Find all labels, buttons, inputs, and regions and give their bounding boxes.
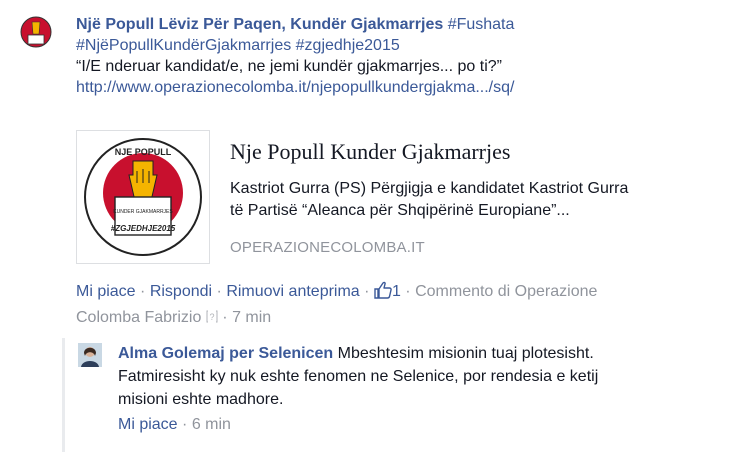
like-button[interactable]: Mi piace [76,283,136,300]
commenter-avatar[interactable] [20,16,52,48]
svg-text:?: ? [209,312,214,322]
preview-domain: OPERAZIONECOLOMBA.IT [230,239,425,256]
reply-button[interactable]: Rispondi [150,283,212,300]
reply-timestamp[interactable]: 6 min [192,416,231,433]
info-icon[interactable]: ? [206,307,218,330]
separator-dot: · [140,283,146,300]
separator-dot: · [182,416,188,433]
reply-like-button[interactable]: Mi piace [118,416,178,433]
reply-thread-border [62,338,65,452]
comment-actions: Mi piace · Rispondi · Rimuovi anteprima … [76,280,726,330]
hashtag-fushata[interactable]: #Fushata [448,16,515,33]
commented-by-text: Commento di Operazione [415,283,598,300]
preview-title[interactable]: Nje Popull Kunder Gjakmarrjes [230,139,510,165]
reply-author-link[interactable]: Alma Golemaj per Selenicen [118,345,333,362]
preview-thumbnail[interactable]: NJE POPULL KUNDER GJAKMARRJES #ZGJEDHJE2… [76,130,210,264]
reply-body: Alma Golemaj per Selenicen Mbeshtesim mi… [118,342,678,411]
comment-body: Një Popull Lëviz Për Paqen, Kundër Gjakm… [76,14,726,98]
reply-text-line2: Fatmiresisht ky nuk eshte fenomen ne Sel… [118,368,599,385]
campaign-logo-image: NJE POPULL KUNDER GJAKMARRJES #ZGJEDHJE2… [84,138,202,256]
separator-dot: · [364,283,370,300]
separator-dot: · [216,283,222,300]
separator-dot: · [222,309,228,326]
comment-quote: “I/E nderuar kandidat/e, ne jemi kundër … [76,58,502,75]
reply-text-line1: Mbeshtesim misionin tuaj plotesisht. [337,345,594,362]
preview-desc-line2: të Partisë “Aleanca për Shqipërinë Europ… [230,202,570,219]
comment-url-link[interactable]: http://www.operazionecolomba.it/njepopul… [76,79,514,96]
commented-by-text-line2: Colomba Fabrizio [76,309,202,326]
reply-actions: Mi piace · 6 min [118,416,231,434]
logo-text-bottom: #ZGJEDHJE2015 [111,224,176,233]
remove-preview-button[interactable]: Rimuovi anteprima [226,283,359,300]
reply-avatar[interactable] [78,343,102,367]
comment-timestamp[interactable]: 7 min [232,309,271,326]
logo-text-mid: KUNDER GJAKMARRJES [113,209,173,215]
like-count[interactable]: 1 [392,283,401,300]
comment-author-link[interactable]: Një Popull Lëviz Për Paqen, Kundër Gjakm… [76,16,443,33]
preview-desc-line1: Kastriot Gurra (PS) Përgjigja e kandidat… [230,180,629,197]
logo-text-top: NJE POPULL [115,147,172,157]
like-thumb-icon[interactable] [374,281,392,306]
preview-description: Kastriot Gurra (PS) Përgjigja e kandidat… [230,178,710,222]
separator-dot: · [405,283,411,300]
reply-text-line3: misioni eshte madhore. [118,391,284,408]
hashtags-line[interactable]: #NjëPopullKundërGjakmarrjes #zgjedhje201… [76,37,400,54]
